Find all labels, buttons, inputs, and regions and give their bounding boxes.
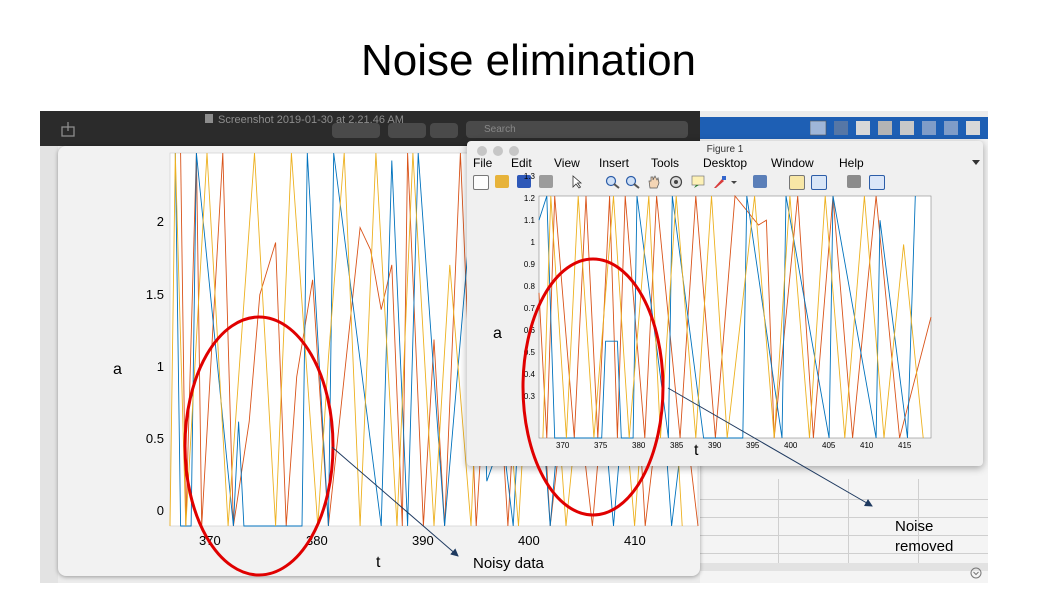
noisy-arrow <box>331 446 459 557</box>
noisy-highlight-ellipse <box>183 315 335 577</box>
denoised-highlight-ellipse <box>521 257 665 517</box>
denoised-arrow <box>667 387 873 507</box>
annotation-overlay <box>183 257 873 577</box>
